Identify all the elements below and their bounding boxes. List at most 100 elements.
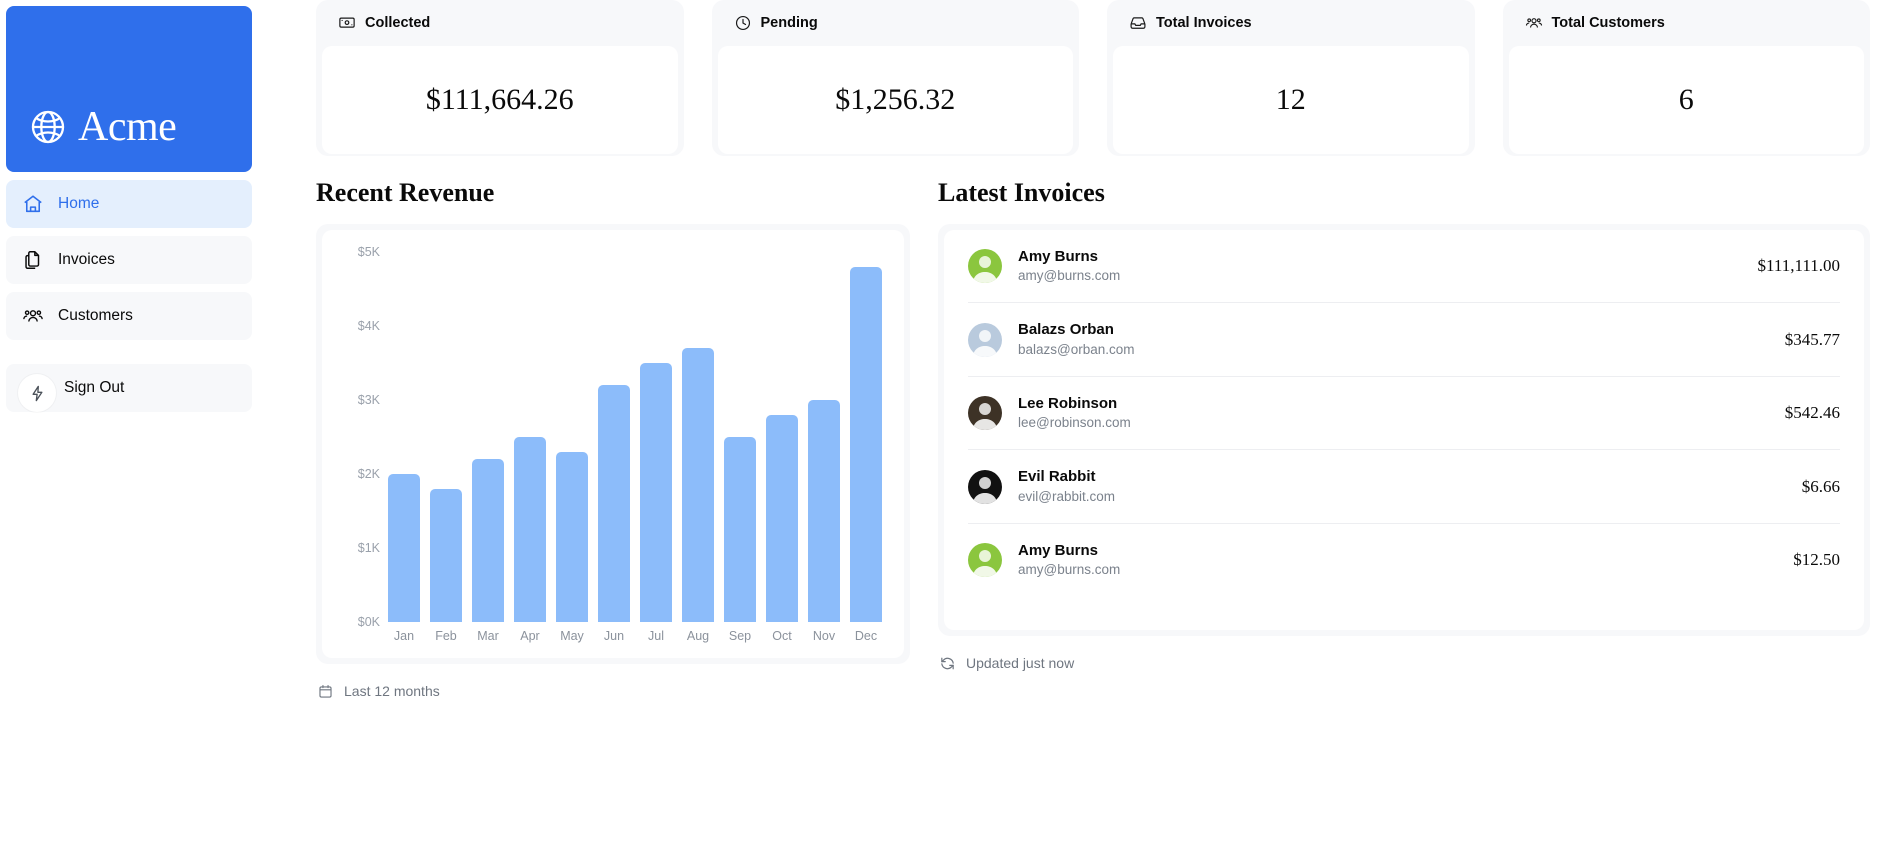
invoice-row: Lee Robinson lee@robinson.com $542.46 — [968, 375, 1840, 449]
chart-bar — [682, 348, 714, 622]
invoice-customer: Amy Burns amy@burns.com — [1018, 541, 1793, 579]
revenue-panel: Recent Revenue $0K $1K $2K $3K $4K $5K Jan Feb… — [316, 180, 910, 700]
chart-x-tick: Nov — [812, 629, 836, 643]
chart-x-tick: Apr — [520, 629, 540, 643]
invoice-customer-email: lee@robinson.com — [1018, 415, 1131, 431]
users-icon — [1525, 14, 1543, 32]
sidebar-item-label: Home — [58, 195, 100, 212]
revenue-chart-card: $0K $1K $2K $3K $4K $5K Jan Feb Mar Apr May Jun Jul… — [316, 224, 910, 664]
chart-x-tick: Sep — [728, 629, 752, 643]
chart-y-tick: $5K — [357, 245, 380, 259]
users-icon — [22, 305, 44, 327]
chart-y-tick: $1K — [357, 541, 380, 555]
chart-bar — [850, 266, 882, 622]
chart-x-tick: Jan — [393, 629, 415, 643]
invoice-customer: Balazs Orban balazs@orban.com — [1018, 320, 1785, 358]
stat-cards: Collected $111,664.26 Pending $1,256.32 — [316, 0, 1870, 156]
chart-x-tick: Aug — [686, 629, 710, 643]
chart-bar — [766, 414, 798, 622]
refresh-icon — [938, 654, 956, 672]
invoice-customer: Lee Robinson lee@robinson.com — [1018, 394, 1785, 432]
stat-card-header: Collected — [316, 0, 684, 46]
invoice-customer-email: balazs@orban.com — [1018, 341, 1135, 357]
page-title-revenue: Recent Revenue — [316, 178, 495, 207]
dashboard-page: Acme Home Invoices Customers Sign Out Co… — [0, 0, 1890, 866]
sidebar-item-customers[interactable]: Customers — [6, 292, 252, 340]
chart-bar — [598, 385, 630, 622]
avatar — [968, 396, 1002, 431]
documents-icon — [22, 249, 44, 271]
inbox-icon — [1129, 14, 1147, 32]
chart-y-tick: $0K — [357, 615, 380, 629]
home-icon — [22, 193, 44, 215]
sidebar-item-label: Invoices — [58, 251, 115, 268]
invoice-customer-email: amy@burns.com — [1018, 562, 1121, 578]
stat-card-value: 12 — [1113, 46, 1469, 154]
sign-out-label: Sign Out — [64, 379, 125, 396]
stat-card-header: Pending — [712, 0, 1080, 46]
chart-bar — [724, 437, 756, 622]
invoice-customer-name: Balazs Orban — [1018, 321, 1114, 339]
page-title-invoices: Latest Invoices — [938, 178, 1105, 207]
stat-card-value: 6 — [1508, 46, 1864, 154]
invoice-row: Balazs Orban balazs@orban.com $345.77 — [968, 302, 1840, 375]
invoice-row: Evil Rabbit evil@rabbit.com $6.66 — [968, 449, 1840, 522]
invoices-footer: Updated just now — [938, 654, 1870, 672]
sidebar-item-label: Customers — [58, 307, 133, 324]
chart-x-tick: Dec — [854, 629, 878, 643]
revenue-chart: $0K $1K $2K $3K $4K $5K Jan Feb Mar Apr May Jun Jul… — [322, 230, 904, 658]
invoice-customer-name: Lee Robinson — [1018, 394, 1118, 412]
stat-card-label: Pending — [760, 15, 818, 31]
invoice-amount: $542.46 — [1784, 403, 1840, 423]
stat-card-value: $111,664.26 — [322, 46, 678, 154]
chart-x-tick: Jun — [603, 629, 625, 643]
stat-card-label: Total Invoices — [1156, 15, 1252, 31]
clock-icon — [734, 14, 752, 32]
chart-y-axis: $0K $1K $2K $3K $4K $5K — [336, 245, 380, 629]
invoice-amount: $111,111.00 — [1757, 256, 1840, 276]
invoice-row: Amy Burns amy@burns.com $111,111.00 — [968, 230, 1840, 302]
sidebar-item-invoices[interactable]: Invoices — [6, 236, 252, 284]
stat-card-total-invoices: Total Invoices 12 — [1107, 0, 1475, 156]
invoice-amount: $6.66 — [1801, 476, 1840, 496]
calendar-icon — [316, 682, 334, 700]
stat-card-header: Total Invoices — [1107, 0, 1475, 46]
chart-bar — [388, 474, 420, 622]
chart-bar — [430, 488, 462, 622]
chart-x-tick: Mar — [477, 629, 499, 643]
chart-y-tick: $2K — [357, 467, 380, 481]
invoice-customer-email: amy@burns.com — [1018, 268, 1121, 284]
stat-card-pending: Pending $1,256.32 — [711, 0, 1080, 156]
chart-y-tick: $3K — [357, 393, 380, 407]
main-content: Collected $111,664.26 Pending $1,256.32 — [258, 0, 1890, 866]
invoice-amount: $345.77 — [1784, 329, 1840, 349]
avatar — [968, 469, 1002, 504]
dashboard-panels: Recent Revenue $0K $1K $2K $3K $4K $5K Jan Feb… — [316, 180, 1870, 700]
stat-card-header: Total Customers — [1503, 0, 1871, 46]
stat-card-collected: Collected $111,664.26 — [316, 0, 684, 156]
avatar — [968, 543, 1002, 578]
chart-x-tick: Oct — [772, 629, 792, 643]
invoice-customer-name: Amy Burns — [1018, 248, 1099, 265]
globe-icon — [28, 107, 68, 147]
revenue-footer: Last 12 months — [316, 682, 910, 700]
invoice-customer-name: Evil Rabbit — [1018, 468, 1096, 486]
invoice-customer: Evil Rabbit evil@rabbit.com — [1018, 467, 1802, 505]
acme-logo[interactable]: Acme — [6, 6, 252, 172]
invoice-customer-name: Amy Burns — [1018, 541, 1099, 559]
invoice-row: Amy Burns amy@burns.com $12.50 — [968, 522, 1840, 596]
chart-bar — [514, 437, 546, 622]
chart-x-tick: Jul — [648, 629, 664, 643]
chart-y-tick: $4K — [357, 319, 380, 333]
invoice-customer: Amy Burns amy@burns.com — [1018, 247, 1758, 285]
invoice-amount: $12.50 — [1793, 550, 1840, 570]
avatar — [968, 322, 1002, 357]
sign-out-button[interactable]: Sign Out — [6, 364, 252, 412]
chart-bar — [640, 363, 672, 622]
sidebar-item-home[interactable]: Home — [6, 180, 252, 228]
revenue-footer-label: Last 12 months — [344, 683, 440, 699]
invoice-list: Amy Burns amy@burns.com $111,111.00 Balazs … — [944, 230, 1864, 630]
avatar — [968, 249, 1002, 284]
chart-bar — [472, 459, 504, 622]
sidebar: Acme Home Invoices Customers Sign Out — [0, 0, 258, 866]
